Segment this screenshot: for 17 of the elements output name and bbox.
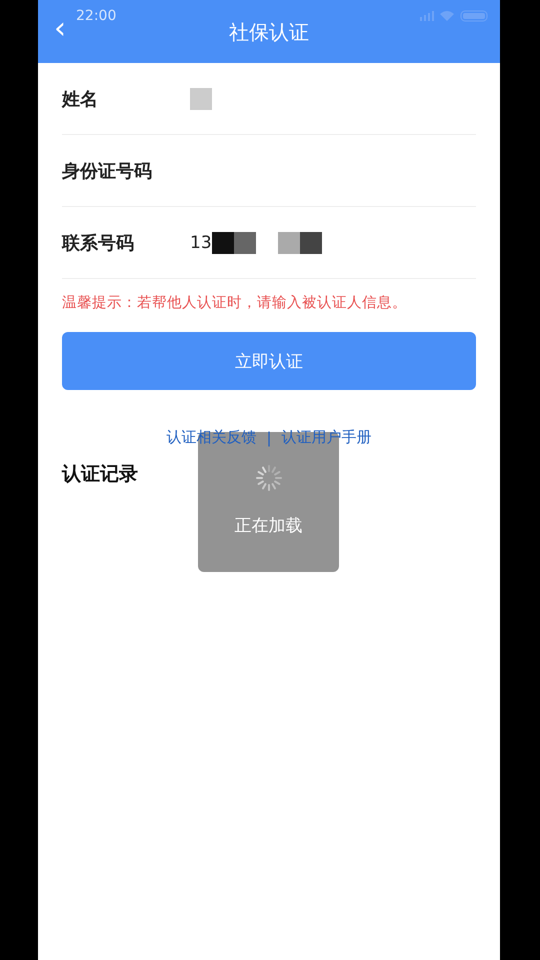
back-button[interactable]: ‹ bbox=[50, 14, 70, 44]
field-label: 姓名 bbox=[62, 88, 99, 110]
verify-button[interactable]: 立即认证 bbox=[62, 332, 476, 390]
redaction-mosaic bbox=[190, 88, 212, 110]
status-time: 22:00 bbox=[76, 8, 116, 24]
link-separator: | bbox=[266, 428, 272, 446]
battery-icon bbox=[460, 10, 490, 22]
loading-text: 正在加载 bbox=[234, 515, 302, 537]
field-value: 13 bbox=[190, 232, 212, 252]
warm-tip: 温馨提示：若帮他人认证时，请输入被认证人信息。 bbox=[62, 294, 408, 312]
records-heading: 认证记录 bbox=[62, 462, 138, 487]
field-label: 联系号码 bbox=[62, 232, 135, 254]
spinner-icon bbox=[254, 464, 282, 492]
page-title: 社保认证 bbox=[229, 19, 309, 46]
signal-icon bbox=[420, 11, 434, 21]
wifi-icon bbox=[440, 11, 454, 21]
field-label: 身份证号码 bbox=[62, 160, 153, 182]
